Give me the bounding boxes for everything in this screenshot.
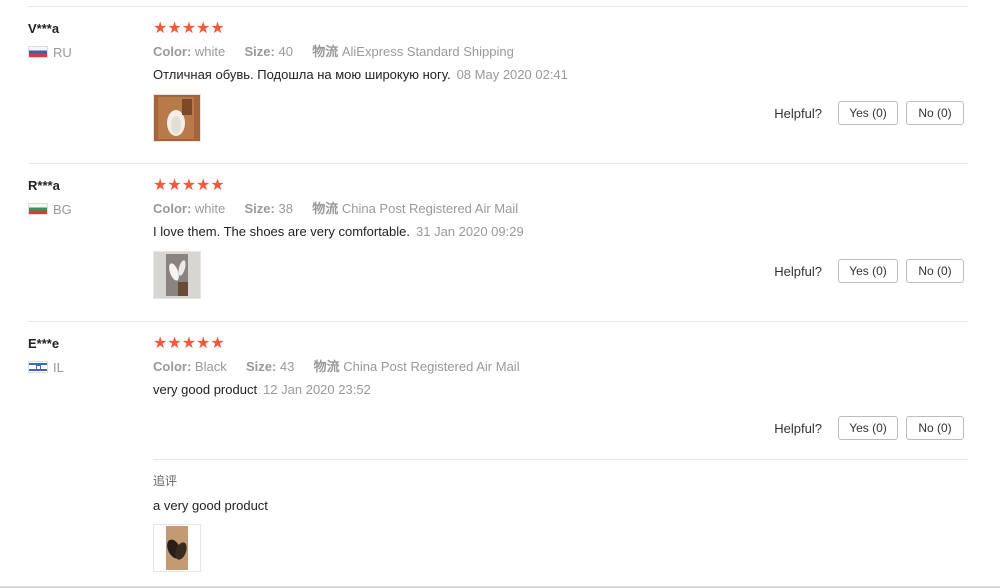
followup-photo[interactable] xyxy=(153,524,201,572)
star-rating: ★★★★★ xyxy=(153,177,968,195)
helpful-controls: Helpful? Yes (0) No (0) xyxy=(774,259,964,283)
review-text-line: I love them. The shoes are very comforta… xyxy=(153,223,968,241)
helpful-label: Helpful? xyxy=(774,263,822,279)
country-code: BG xyxy=(53,201,72,217)
review-body: ★★★★★ Color: white Size: 40 物流 AliExpres… xyxy=(153,20,968,84)
reviewer-info: R***a BG xyxy=(28,177,138,217)
size-label: Size: xyxy=(244,44,275,59)
review-date: 31 Jan 2020 09:29 xyxy=(416,224,524,239)
size-value: 43 xyxy=(279,359,295,374)
yes-button[interactable]: Yes (0) xyxy=(838,101,898,125)
review-body: ★★★★★ Color: Black Size: 43 物流 China Pos… xyxy=(153,335,968,399)
review-list: V***a RU ★★★★★ Color: white Size: 40 物流 … xyxy=(0,0,1000,588)
color-label: Color: xyxy=(153,359,192,374)
reviewer-name: E***e xyxy=(28,336,60,351)
review-date: 08 May 2020 02:41 xyxy=(456,67,568,82)
helpful-controls: Helpful? Yes (0) No (0) xyxy=(774,101,964,125)
reviewer-country: IL xyxy=(28,359,138,375)
review-meta: Color: white Size: 38 物流 China Post Regi… xyxy=(153,200,968,218)
review-item: V***a RU ★★★★★ Color: white Size: 40 物流 … xyxy=(0,20,1000,162)
stars-icon: ★★★★★ xyxy=(153,335,225,352)
shipping-value: China Post Registered Air Mail xyxy=(343,359,520,374)
color-value: Black xyxy=(194,359,227,374)
stars-icon: ★★★★★ xyxy=(153,177,225,194)
no-button[interactable]: No (0) xyxy=(906,101,964,125)
review-item: E***e IL ★★★★★ Color: Black Size: 43 物流 … xyxy=(0,335,1000,588)
reviewer-name: R***a xyxy=(28,178,60,193)
reviewer-info: V***a RU xyxy=(28,20,138,60)
bulgaria-flag-icon xyxy=(28,203,48,215)
reviewer-country: RU xyxy=(28,44,138,60)
followup-label: 追评 xyxy=(153,474,178,488)
stars-icon: ★★★★★ xyxy=(153,20,225,37)
no-button[interactable]: No (0) xyxy=(906,416,964,440)
reviewer-name: V***a xyxy=(28,21,60,36)
review-photo[interactable] xyxy=(153,251,201,299)
color-value: white xyxy=(194,201,226,216)
country-code: IL xyxy=(53,359,64,375)
shoe-photo-icon xyxy=(154,252,200,298)
review-photo[interactable] xyxy=(153,94,201,142)
shipping-value: AliExpress Standard Shipping xyxy=(341,44,514,59)
star-rating: ★★★★★ xyxy=(153,335,968,353)
size-value: 38 xyxy=(278,201,293,216)
size-label: Size: xyxy=(245,359,277,374)
shipping-label: 物流 xyxy=(313,359,340,374)
review-divider xyxy=(28,163,968,164)
helpful-label: Helpful? xyxy=(774,105,822,121)
yes-button[interactable]: Yes (0) xyxy=(838,416,898,440)
shipping-label: 物流 xyxy=(312,201,339,216)
color-label: Color: xyxy=(153,201,192,216)
shoe-photo-icon xyxy=(154,525,200,571)
review-item: R***a BG ★★★★★ Color: white Size: 38 物流 … xyxy=(0,177,1000,319)
review-text: very good product xyxy=(153,382,258,397)
size-label: Size: xyxy=(244,201,275,216)
star-rating: ★★★★★ xyxy=(153,20,968,38)
followup-text: a very good product xyxy=(153,498,268,513)
russia-flag-icon xyxy=(28,46,48,58)
review-text: Отличная обувь. Подошла на мою широкую н… xyxy=(153,67,451,82)
yes-button[interactable]: Yes (0) xyxy=(838,259,898,283)
review-divider xyxy=(28,321,968,322)
review-text: I love them. The shoes are very comforta… xyxy=(153,224,410,239)
israel-flag-icon xyxy=(28,361,48,373)
color-label: Color: xyxy=(153,44,192,59)
review-date: 12 Jan 2020 23:52 xyxy=(263,382,371,397)
shoe-photo-icon xyxy=(154,95,200,141)
reviewer-country: BG xyxy=(28,201,138,217)
helpful-controls: Helpful? Yes (0) No (0) xyxy=(774,416,964,440)
shipping-label: 物流 xyxy=(312,44,339,59)
country-code: RU xyxy=(53,44,72,60)
size-value: 40 xyxy=(278,44,293,59)
reviewer-info: E***e IL xyxy=(28,335,138,375)
review-meta: Color: white Size: 40 物流 AliExpress Stan… xyxy=(153,43,968,61)
review-text-line: Отличная обувь. Подошла на мою широкую н… xyxy=(153,66,968,84)
color-value: white xyxy=(194,44,226,59)
no-button[interactable]: No (0) xyxy=(906,259,964,283)
review-body: ★★★★★ Color: white Size: 38 物流 China Pos… xyxy=(153,177,968,241)
review-text-line: very good product 12 Jan 2020 23:52 xyxy=(153,381,968,399)
helpful-label: Helpful? xyxy=(774,420,822,436)
top-divider xyxy=(28,6,968,7)
shipping-value: China Post Registered Air Mail xyxy=(341,201,519,216)
followup-divider xyxy=(153,459,968,460)
review-meta: Color: Black Size: 43 物流 China Post Regi… xyxy=(153,358,968,376)
